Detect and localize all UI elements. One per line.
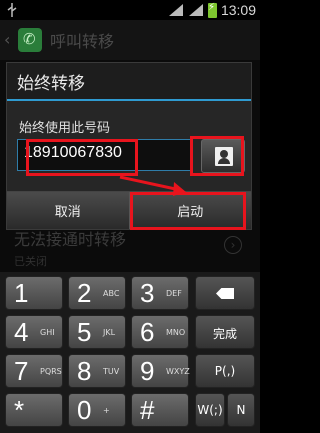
n-button[interactable]: N: [227, 393, 255, 427]
list-item-unreachable-forward[interactable]: 无法接通时转移 已关闭 ›: [14, 226, 254, 270]
phone-app-icon[interactable]: ✆: [18, 28, 42, 52]
n-label: N: [236, 403, 246, 417]
key-digit: 5: [77, 317, 92, 347]
key-letters: DEF: [166, 289, 182, 298]
key-3[interactable]: 3 DEF: [131, 276, 189, 310]
key-digit: 9: [140, 356, 155, 386]
key-5[interactable]: 5 JKL: [68, 315, 126, 349]
highlight-contact-button: [190, 136, 244, 176]
cancel-button[interactable]: 取消: [7, 192, 130, 229]
key-digit: 1: [14, 278, 29, 308]
pause-button[interactable]: P(,): [195, 354, 255, 388]
backspace-button[interactable]: [195, 276, 255, 310]
status-clock: 13:09: [220, 2, 256, 18]
wait-label: W(;): [197, 403, 223, 417]
key-letters: WXYZ: [166, 367, 190, 376]
highlight-start-button: [130, 192, 246, 230]
key-letters: MNO: [166, 328, 186, 337]
signal-icon: [168, 4, 183, 16]
key-hash[interactable]: #: [131, 393, 189, 427]
chevron-right-icon: ›: [224, 236, 242, 254]
key-digit: 2: [77, 278, 92, 308]
key-1[interactable]: 1: [5, 276, 63, 310]
action-bar: ‹ ✆ 呼叫转移: [0, 20, 260, 60]
key-0[interactable]: 0 +: [68, 393, 126, 427]
key-digit: 4: [14, 317, 29, 347]
key-letters: +: [103, 406, 110, 415]
dialog-title: 始终转移: [7, 63, 251, 101]
backspace-icon: [216, 288, 234, 299]
status-bar: 13:09: [0, 0, 260, 20]
key-digit: 6: [140, 317, 155, 347]
key-letters: JKL: [103, 328, 116, 337]
key-4[interactable]: 4 GHI: [5, 315, 63, 349]
key-2[interactable]: 2 ABC: [68, 276, 126, 310]
key-digit: 7: [14, 356, 29, 386]
key-7[interactable]: 7 PQRS: [5, 354, 63, 388]
signal-icon: [188, 4, 203, 16]
key-digit: #: [140, 395, 155, 425]
screen-title: 呼叫转移: [50, 32, 115, 51]
key-letters: ABC: [103, 289, 120, 298]
done-label: 完成: [212, 327, 237, 341]
key-letters: TUV: [103, 367, 120, 376]
key-digit: 8: [77, 356, 92, 386]
key-6[interactable]: 6 MNO: [131, 315, 189, 349]
key-digit: 3: [140, 278, 155, 308]
pause-label: P(,): [214, 364, 236, 378]
battery-icon: [207, 2, 217, 18]
key-star[interactable]: *: [5, 393, 63, 427]
key-letters: GHI: [40, 328, 55, 337]
wait-button[interactable]: W(;): [195, 393, 225, 427]
list-item-subtitle: 已关闭: [14, 255, 47, 268]
usb-icon: [7, 3, 17, 17]
key-digit: *: [14, 395, 25, 425]
key-digit: 0: [77, 395, 92, 425]
highlight-number: [26, 139, 138, 176]
done-button[interactable]: 完成: [195, 315, 255, 349]
number-keypad: 1 2 ABC 3 DEF 4 GHI 5 JKL 6 MNO 完成 7 PQR…: [0, 272, 260, 433]
number-label: 始终使用此号码: [19, 121, 111, 136]
key-letters: PQRS: [40, 367, 62, 376]
key-8[interactable]: 8 TUV: [68, 354, 126, 388]
back-icon[interactable]: ‹: [4, 30, 16, 50]
key-9[interactable]: 9 WXYZ: [131, 354, 190, 388]
